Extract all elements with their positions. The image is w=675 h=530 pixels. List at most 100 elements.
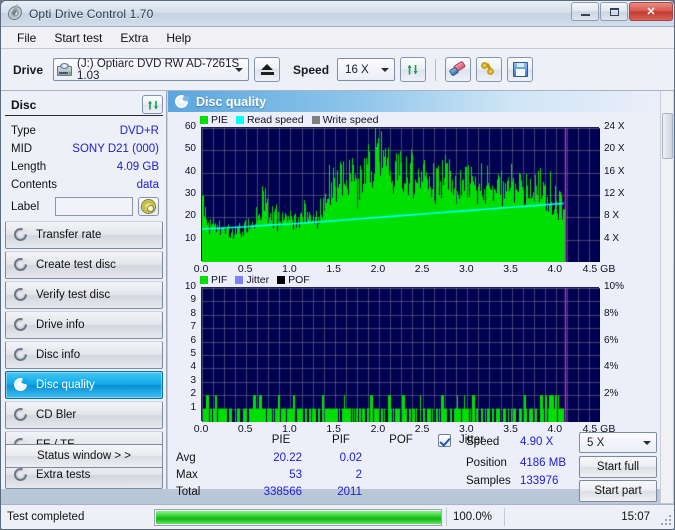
disc-length-value: 4.09 GB	[116, 161, 159, 173]
y-axis-tick: 1	[190, 401, 196, 413]
disc-icon	[14, 227, 29, 243]
legend-item: PIF	[200, 274, 227, 286]
scrollbar-thumb[interactable]	[662, 113, 673, 159]
disc-label-input[interactable]	[55, 197, 133, 216]
sidebar-item-verify-test-disc[interactable]: Verify test disc	[5, 281, 163, 309]
start-full-button[interactable]: Start full	[579, 456, 657, 478]
x-axis-tick: 3.0	[459, 263, 474, 275]
y-axis-tick: 4	[190, 361, 196, 373]
stats-row-avg-label: Avg	[176, 452, 196, 464]
menu-help[interactable]: Help	[157, 29, 200, 47]
menu-file[interactable]: File	[8, 29, 45, 47]
menu-start-test[interactable]: Start test	[45, 29, 111, 47]
sidebar-item-disc-info[interactable]: Disc info	[5, 341, 163, 369]
pif-chart-plot	[201, 287, 600, 422]
x-axis-tick: 2.5	[414, 263, 430, 275]
sidebar-item-label: CD Bler	[36, 409, 77, 421]
save-floppy-icon	[512, 62, 528, 77]
menu-extra[interactable]: Extra	[111, 29, 157, 47]
legend-label: Jitter	[246, 274, 270, 286]
y2-axis-tick: 20 X	[604, 143, 625, 155]
sidebar-item-disc-quality[interactable]: Disc quality	[5, 371, 163, 399]
refresh-button[interactable]	[400, 57, 427, 82]
page-title: Disc quality	[196, 94, 267, 109]
drive-select[interactable]: (J:) Optiarc DVD RW AD-7261S 1.03	[53, 58, 250, 82]
eraser-icon	[448, 60, 467, 77]
y-axis-tick: 20	[184, 210, 196, 222]
sidebar-item-transfer-rate[interactable]: Transfer rate	[5, 221, 163, 249]
sidebar-item-label: Create test disc	[36, 259, 116, 271]
test-speed-select[interactable]: 5 X	[579, 432, 657, 453]
stats-header-pif: PIF	[332, 434, 350, 446]
stats-row-total-label: Total	[176, 486, 201, 498]
sidebar-item-drive-info[interactable]: Drive info	[5, 311, 163, 339]
y-axis-tick: 40	[184, 165, 196, 177]
legend-swatch-icon	[311, 116, 320, 124]
status-bar: Test completed 100.0% 15:07	[1, 504, 674, 529]
speed-stat-label: Speed	[466, 436, 500, 448]
start-part-button[interactable]: Start part	[579, 480, 657, 502]
disc-label-button[interactable]	[138, 197, 159, 216]
cd-disc-icon	[141, 199, 156, 214]
vertical-scrollbar[interactable]	[660, 91, 673, 503]
close-button[interactable]: ✕	[629, 2, 673, 21]
y2-axis-tick: 4 X	[604, 232, 620, 244]
eject-icon	[261, 64, 274, 70]
stats-row-max-label: Max	[176, 469, 198, 481]
pie-chart-plot	[201, 127, 600, 262]
disc-label-label: Label	[11, 200, 40, 213]
legend-swatch-icon	[200, 116, 208, 124]
elapsed-time: 15:07	[504, 508, 656, 526]
disc-label-row: Label	[11, 197, 161, 216]
y2-axis-tick: 8%	[604, 307, 619, 319]
speed-label: Speed	[293, 62, 330, 77]
erase-button[interactable]	[445, 57, 472, 82]
speed-select-value: 16 X	[345, 63, 369, 76]
drive-toolbar: Drive (J:) Optiarc DVD RW AD-7261S 1.03 …	[1, 49, 674, 91]
tools-button[interactable]	[476, 57, 503, 82]
eject-button[interactable]	[254, 57, 281, 82]
y-axis-tick: 60	[184, 121, 196, 132]
speed-select[interactable]: 16 X	[337, 58, 396, 81]
toolbar-separator	[435, 58, 437, 81]
legend-item: PIE	[200, 114, 228, 126]
legend-label: Write speed	[322, 114, 379, 126]
y-axis-tick: 2	[190, 388, 196, 400]
optical-drive-icon	[57, 62, 73, 77]
wrench-gears-icon	[481, 62, 497, 77]
sidebar-item-label: Transfer rate	[36, 229, 102, 241]
maximize-button[interactable]	[600, 2, 628, 21]
sidebar-item-label: Extra tests	[36, 469, 91, 481]
samples-stat-value: 133976	[520, 475, 559, 487]
window-title: Opti Drive Control 1.70	[29, 6, 154, 21]
minimize-button[interactable]	[571, 2, 599, 21]
y-axis-tick: 7	[190, 321, 196, 333]
left-panel: Disc Type DVD+R MID SONY D21 (000) Lengt…	[1, 91, 167, 489]
jitter-checkbox[interactable]	[438, 434, 451, 447]
sidebar-item-cd-bler[interactable]: CD Bler	[5, 401, 163, 429]
disc-refresh-button[interactable]	[142, 95, 163, 114]
refresh-arrows-icon	[406, 63, 421, 77]
disc-contents-value: data	[136, 179, 159, 191]
legend-item: POF	[277, 274, 310, 286]
disc-icon	[14, 257, 29, 273]
stats-pie-total: 338566	[263, 486, 302, 498]
disc-icon	[175, 94, 190, 109]
chevron-down-icon	[235, 67, 244, 72]
x-axis-tick: 4.5 GB	[582, 263, 616, 275]
y-axis-tick: 50	[184, 143, 196, 155]
legend-label: PIE	[211, 114, 228, 126]
disc-icon	[14, 407, 29, 423]
save-button[interactable]	[507, 57, 534, 82]
status-window-button[interactable]: Status window > >	[5, 444, 163, 468]
app-disc-pen-icon	[7, 3, 24, 22]
status-message: Test completed	[7, 511, 85, 523]
disc-icon	[14, 467, 29, 483]
y-axis-tick: 8	[190, 307, 196, 319]
sidebar-item-create-test-disc[interactable]: Create test disc	[5, 251, 163, 279]
y-axis-tick: 5	[190, 348, 196, 359]
refresh-arrows-icon	[146, 99, 159, 111]
disc-contents-label: Contents	[11, 179, 58, 191]
disc-icon	[14, 317, 29, 333]
y2-axis-tick: 12 X	[604, 188, 625, 199]
